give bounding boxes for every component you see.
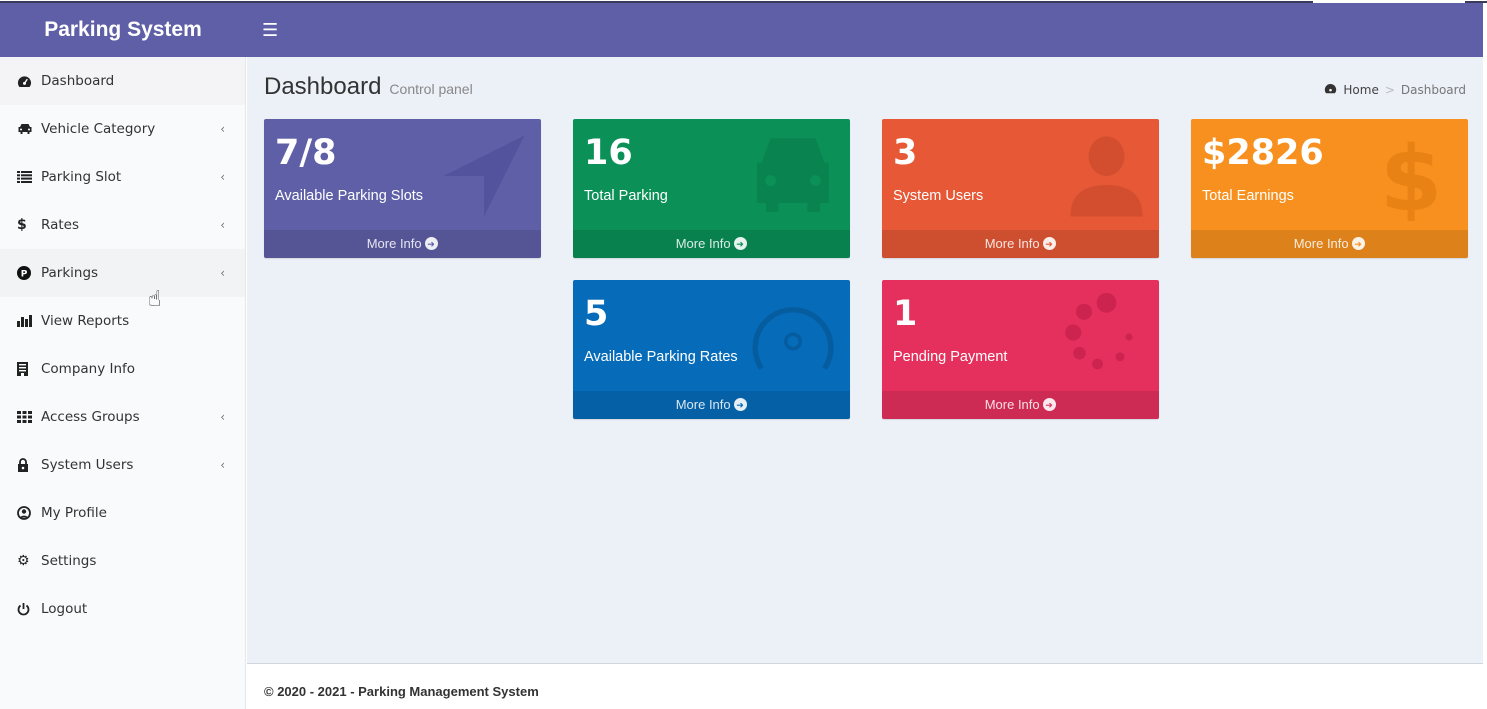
stat-label: Total Earnings — [1202, 188, 1294, 204]
chevron-left-icon: ‹ — [220, 170, 225, 184]
dollar-icon: $ — [1380, 131, 1443, 221]
breadcrumb-home-link[interactable]: Home — [1343, 83, 1378, 97]
sidebar-item-view-reports[interactable]: View Reports — [0, 297, 245, 345]
page-footer: © 2020 - 2021 - Parking Management Syste… — [247, 663, 1483, 709]
more-info-link[interactable]: More Info — [1191, 230, 1468, 258]
sidebar-item-label: Dashboard — [41, 73, 115, 89]
chevron-left-icon: ‹ — [220, 410, 225, 424]
chevron-left-icon: ‹ — [220, 458, 225, 472]
stat-value: 7/8 — [275, 133, 337, 173]
dollar-icon: $ — [17, 217, 27, 233]
sidebar-item-dashboard[interactable]: Dashboard — [0, 57, 245, 105]
sidebar-item-label: View Reports — [41, 313, 130, 329]
sidebar-item-my-profile[interactable]: My Profile — [0, 489, 245, 537]
sidebar-item-rates[interactable]: $ Rates ‹ — [0, 201, 245, 249]
stat-label: Available Parking Rates — [584, 349, 738, 365]
stat-value: $2826 — [1202, 133, 1324, 173]
stat-box-parking-rates: 5 Available Parking Rates More Info — [573, 280, 850, 419]
sidebar-item-company-info[interactable]: Company Info — [0, 345, 245, 393]
sidebar-item-system-users[interactable]: System Users ‹ — [0, 441, 245, 489]
copyright-text: © 2020 - 2021 - Parking Management Syste… — [264, 684, 539, 699]
spinner-icon — [1065, 292, 1133, 370]
sidebar-item-label: My Profile — [41, 505, 107, 521]
grid-icon — [17, 411, 41, 423]
top-navbar: Parking System ☰ — [0, 3, 1483, 57]
list-icon — [17, 171, 41, 183]
sidebar-item-label: Logout — [41, 601, 88, 617]
chevron-left-icon: ‹ — [220, 266, 225, 280]
arrow-circle-right-icon — [1043, 230, 1057, 258]
sidebar-item-label: Vehicle Category — [41, 121, 156, 137]
parking-icon: P — [17, 266, 41, 280]
stat-label: Available Parking Slots — [275, 188, 424, 204]
sidebar-item-label: System Users — [41, 457, 134, 473]
arrow-circle-right-icon — [734, 230, 748, 258]
sidebar-item-parkings[interactable]: P Parkings ‹ — [0, 249, 245, 297]
stat-box-total-parking: 16 Total Parking More Info — [573, 119, 850, 258]
stat-label: Total Parking — [584, 188, 668, 204]
user-icon — [1070, 136, 1143, 217]
more-info-link[interactable]: More Info — [882, 391, 1159, 419]
sidebar-item-access-groups[interactable]: Access Groups ‹ — [0, 393, 245, 441]
power-icon — [17, 602, 41, 616]
cogs-icon: ⚙ — [17, 553, 30, 569]
stat-box-system-users: 3 System Users More Info — [882, 119, 1159, 258]
svg-text:P: P — [21, 270, 28, 280]
stat-value: 1 — [893, 294, 918, 334]
car-icon — [757, 138, 829, 212]
page-title-text: Dashboard — [264, 73, 382, 100]
stat-label: Pending Payment — [893, 349, 1008, 365]
user-lock-icon — [17, 458, 41, 472]
sidebar-item-vehicle-category[interactable]: Vehicle Category ‹ — [0, 105, 245, 153]
hamburger-icon[interactable]: ☰ — [262, 20, 278, 41]
breadcrumb-current: Dashboard — [1400, 83, 1466, 97]
breadcrumb-separator: > — [1384, 83, 1395, 97]
car-icon — [17, 123, 41, 135]
dashboard-icon — [1324, 83, 1337, 97]
more-info-link[interactable]: More Info — [264, 230, 541, 258]
stat-value: 16 — [584, 133, 633, 173]
main-content: Dashboard Control panel Home > Dashboard … — [247, 57, 1483, 663]
sidebar-item-label: Rates — [41, 217, 79, 233]
sidebar-item-label: Parkings — [41, 265, 99, 281]
bar-chart-icon — [17, 315, 41, 327]
arrow-circle-right-icon — [1043, 391, 1057, 419]
sidebar-item-label: Company Info — [41, 361, 136, 377]
location-arrow-icon — [443, 135, 525, 217]
stat-label: System Users — [893, 188, 984, 204]
sidebar-item-logout[interactable]: Logout — [0, 585, 245, 633]
more-info-link[interactable]: More Info — [882, 230, 1159, 258]
stat-value: 3 — [893, 133, 918, 173]
sidebar-item-label: Access Groups — [41, 409, 140, 425]
sidebar-item-settings[interactable]: ⚙ Settings — [0, 537, 245, 585]
arrow-circle-right-icon — [734, 391, 748, 419]
stat-box-total-earnings: $2826 Total Earnings $ More Info — [1191, 119, 1468, 258]
breadcrumb: Home > Dashboard — [1324, 83, 1466, 97]
more-info-link[interactable]: More Info — [573, 230, 850, 258]
sidebar-item-label: Settings — [41, 553, 97, 569]
chevron-left-icon: ‹ — [220, 218, 225, 232]
sidebar-item-parking-slot[interactable]: Parking Slot ‹ — [0, 153, 245, 201]
building-icon — [17, 362, 41, 376]
stat-box-pending-payment: 1 Pending Payment More Info — [882, 280, 1159, 419]
stat-value: 5 — [584, 294, 609, 334]
svg-text:$: $ — [1380, 131, 1443, 221]
speedometer-icon — [752, 307, 834, 370]
right-edge — [1483, 3, 1487, 709]
arrow-circle-right-icon — [1352, 230, 1366, 258]
page-subtitle: Control panel — [389, 81, 473, 97]
user-circle-icon — [17, 506, 41, 520]
more-info-link[interactable]: More Info — [573, 391, 850, 419]
arrow-circle-right-icon — [425, 230, 439, 258]
mouse-pointer-icon: ☝ — [148, 287, 162, 312]
page-title: Dashboard Control panel — [264, 73, 473, 101]
stat-box-available-slots: 7/8 Available Parking Slots More Info — [264, 119, 541, 258]
sidebar-item-label: Parking Slot — [41, 169, 122, 185]
chevron-left-icon: ‹ — [220, 122, 225, 136]
dashboard-icon — [17, 75, 41, 88]
sidebar: Dashboard Vehicle Category ‹ Parking Slo… — [0, 57, 246, 709]
brand-logo[interactable]: Parking System — [0, 18, 246, 42]
